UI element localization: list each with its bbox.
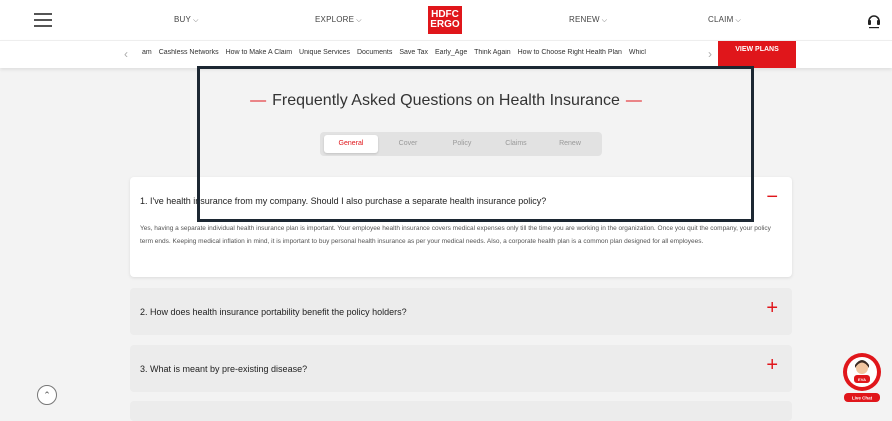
live-chat-widget[interactable]: EVA Live Chat <box>841 351 883 403</box>
menu-icon[interactable] <box>34 13 52 27</box>
chat-badge: EVA <box>858 377 866 382</box>
expand-icon[interactable]: + <box>766 298 778 318</box>
logo-line-2: ERGO <box>430 19 460 30</box>
section-link-unique-services[interactable]: Unique Services <box>299 49 350 56</box>
faq-item-2[interactable]: 2. How does health insurance portability… <box>130 288 792 335</box>
scroll-left-icon[interactable]: ‹ <box>124 47 128 61</box>
chevron-down-icon: ⌵ <box>735 17 741 24</box>
nav-renew-label: RENEW <box>569 15 600 24</box>
faq-question-3[interactable]: 3. What is meant by pre-existing disease… <box>140 364 307 374</box>
scroll-right-icon[interactable]: › <box>708 47 712 61</box>
faq-item-4[interactable] <box>130 401 792 421</box>
chevron-down-icon: ⌵ <box>193 17 199 24</box>
hdfc-ergo-logo[interactable]: HDFC ERGO <box>428 6 462 34</box>
section-link-cashless-networks[interactable]: Cashless Networks <box>159 49 219 56</box>
tab-claims[interactable]: Claims <box>490 135 542 153</box>
section-link-early-age[interactable]: Early_Age <box>435 49 467 56</box>
section-link[interactable]: am <box>142 49 152 56</box>
section-link-think-again[interactable]: Think Again <box>474 49 511 56</box>
nav-buy[interactable]: BUY ⌵ <box>174 15 199 25</box>
nav-explore-label: EXPLORE <box>315 15 355 24</box>
nav-claim[interactable]: CLAIM ⌵ <box>708 15 741 25</box>
faq-tabs: General Cover Policy Claims Renew <box>320 132 602 156</box>
nav-claim-label: CLAIM <box>708 15 734 24</box>
tab-general[interactable]: General <box>324 135 378 153</box>
faq-item-3[interactable]: 3. What is meant by pre-existing disease… <box>130 345 792 392</box>
section-link-make-a-claim[interactable]: How to Make A Claim <box>226 49 293 56</box>
chevron-up-icon: ⌃ <box>43 390 51 400</box>
tab-cover[interactable]: Cover <box>382 135 434 153</box>
live-chat-label: Live Chat <box>852 396 873 401</box>
nav-buy-label: BUY <box>174 15 192 24</box>
title-dash-left: — <box>250 92 267 109</box>
chevron-down-icon: ⌵ <box>356 17 362 24</box>
nav-explore[interactable]: EXPLORE ⌵ <box>315 15 362 25</box>
faq-answer-1: Yes, having a separate individual health… <box>140 225 771 245</box>
section-link-which[interactable]: Whicl <box>629 49 646 56</box>
section-link-choose-plan[interactable]: How to Choose Right Health Plan <box>518 49 622 56</box>
title-dash-right: — <box>625 92 642 109</box>
tab-renew[interactable]: Renew <box>544 135 596 153</box>
faq-question-1[interactable]: 1. I've health insurance from my company… <box>140 196 546 206</box>
faq-question-2[interactable]: 2. How does health insurance portability… <box>140 307 407 317</box>
faq-heading: — Frequently Asked Questions on Health In… <box>0 92 892 110</box>
section-link-documents[interactable]: Documents <box>357 49 392 56</box>
scroll-to-top-button[interactable]: ⌃ <box>37 385 57 405</box>
expand-icon[interactable]: + <box>766 355 778 375</box>
section-link-save-tax[interactable]: Save Tax <box>399 49 428 56</box>
section-links: am Cashless Networks How to Make A Claim… <box>142 49 702 56</box>
faq-title: Frequently Asked Questions on Health Ins… <box>272 92 620 109</box>
nav-renew[interactable]: RENEW ⌵ <box>569 15 607 25</box>
faq-item-1: 1. I've health insurance from my company… <box>130 177 792 277</box>
tab-policy[interactable]: Policy <box>436 135 488 153</box>
chevron-down-icon: ⌵ <box>601 17 608 24</box>
top-header: BUY ⌵ EXPLORE ⌵ HDFC ERGO RENEW ⌵ CLAIM ⌵ <box>0 0 892 40</box>
view-plans-button[interactable]: VIEW PLANS <box>718 41 796 68</box>
collapse-icon[interactable]: − <box>766 187 778 207</box>
help-headset-icon[interactable] <box>866 12 882 30</box>
